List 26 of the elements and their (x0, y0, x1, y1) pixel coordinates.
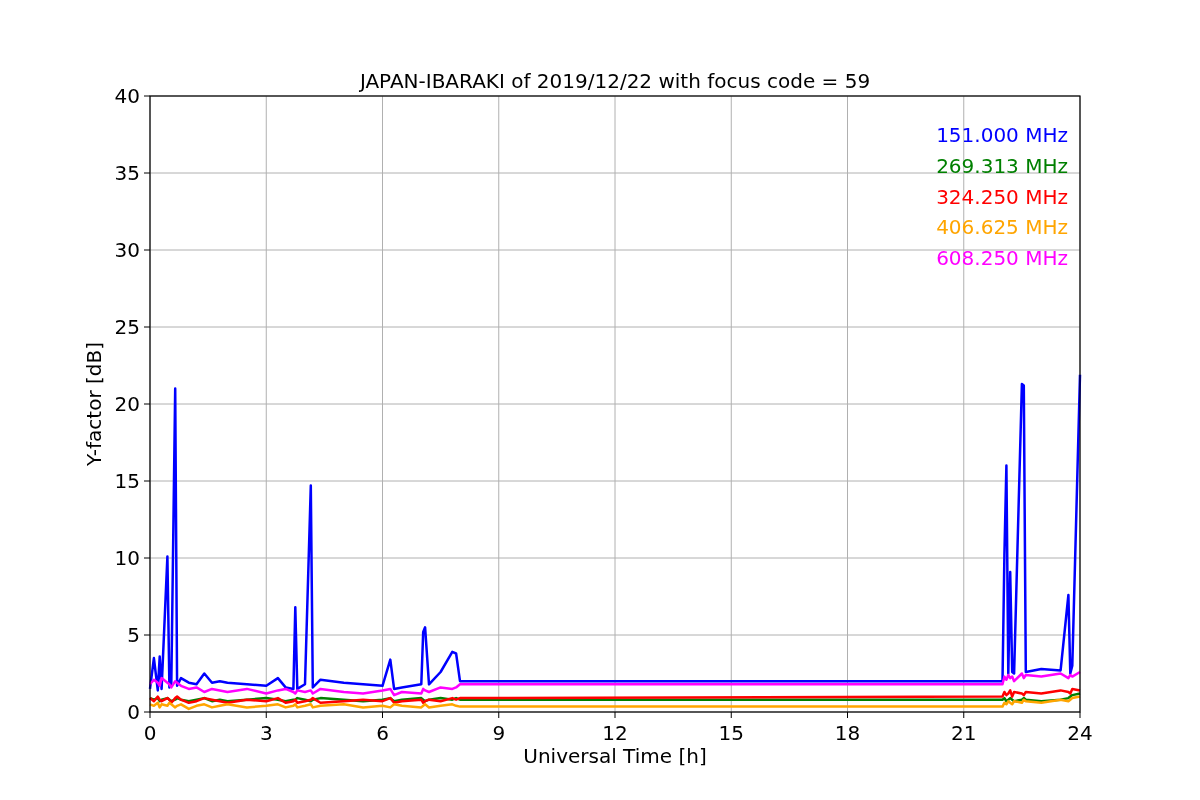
tick-label: 15 (114, 469, 140, 493)
tick-label: 0 (143, 721, 157, 745)
legend-label: 269.313 MHz (936, 153, 1068, 178)
tick-label: 9 (492, 721, 506, 745)
tick-label: 20 (114, 392, 140, 416)
legend-label: 608.250 MHz (936, 246, 1068, 271)
tick-label: 25 (114, 315, 140, 339)
tick-label: 10 (114, 546, 140, 570)
tick-label: 18 (834, 721, 861, 745)
tick-label: 21 (951, 721, 977, 745)
tick-label: 0 (127, 700, 140, 724)
tick-label: 24 (1067, 721, 1093, 745)
legend-label: 324.250 MHz (936, 184, 1068, 209)
axis-label: Universal Time [h] (523, 744, 707, 768)
tick-label: 5 (127, 623, 140, 647)
tick-label: 12 (602, 721, 628, 745)
axis-label: Y-factor [dB] (82, 342, 106, 466)
tick-label: 15 (718, 721, 744, 745)
tick-label: 40 (114, 84, 140, 108)
tick-label: 35 (114, 161, 140, 185)
legend-label: 151.000 MHz (936, 123, 1068, 147)
tick-label: 30 (114, 238, 140, 262)
chart-title: JAPAN-IBARAKI of 2019/12/22 with focus code = 59 (359, 69, 871, 93)
tick-label: 6 (376, 721, 389, 745)
tick-label: 3 (259, 721, 273, 745)
legend-label: 406.625 MHz (936, 215, 1068, 240)
